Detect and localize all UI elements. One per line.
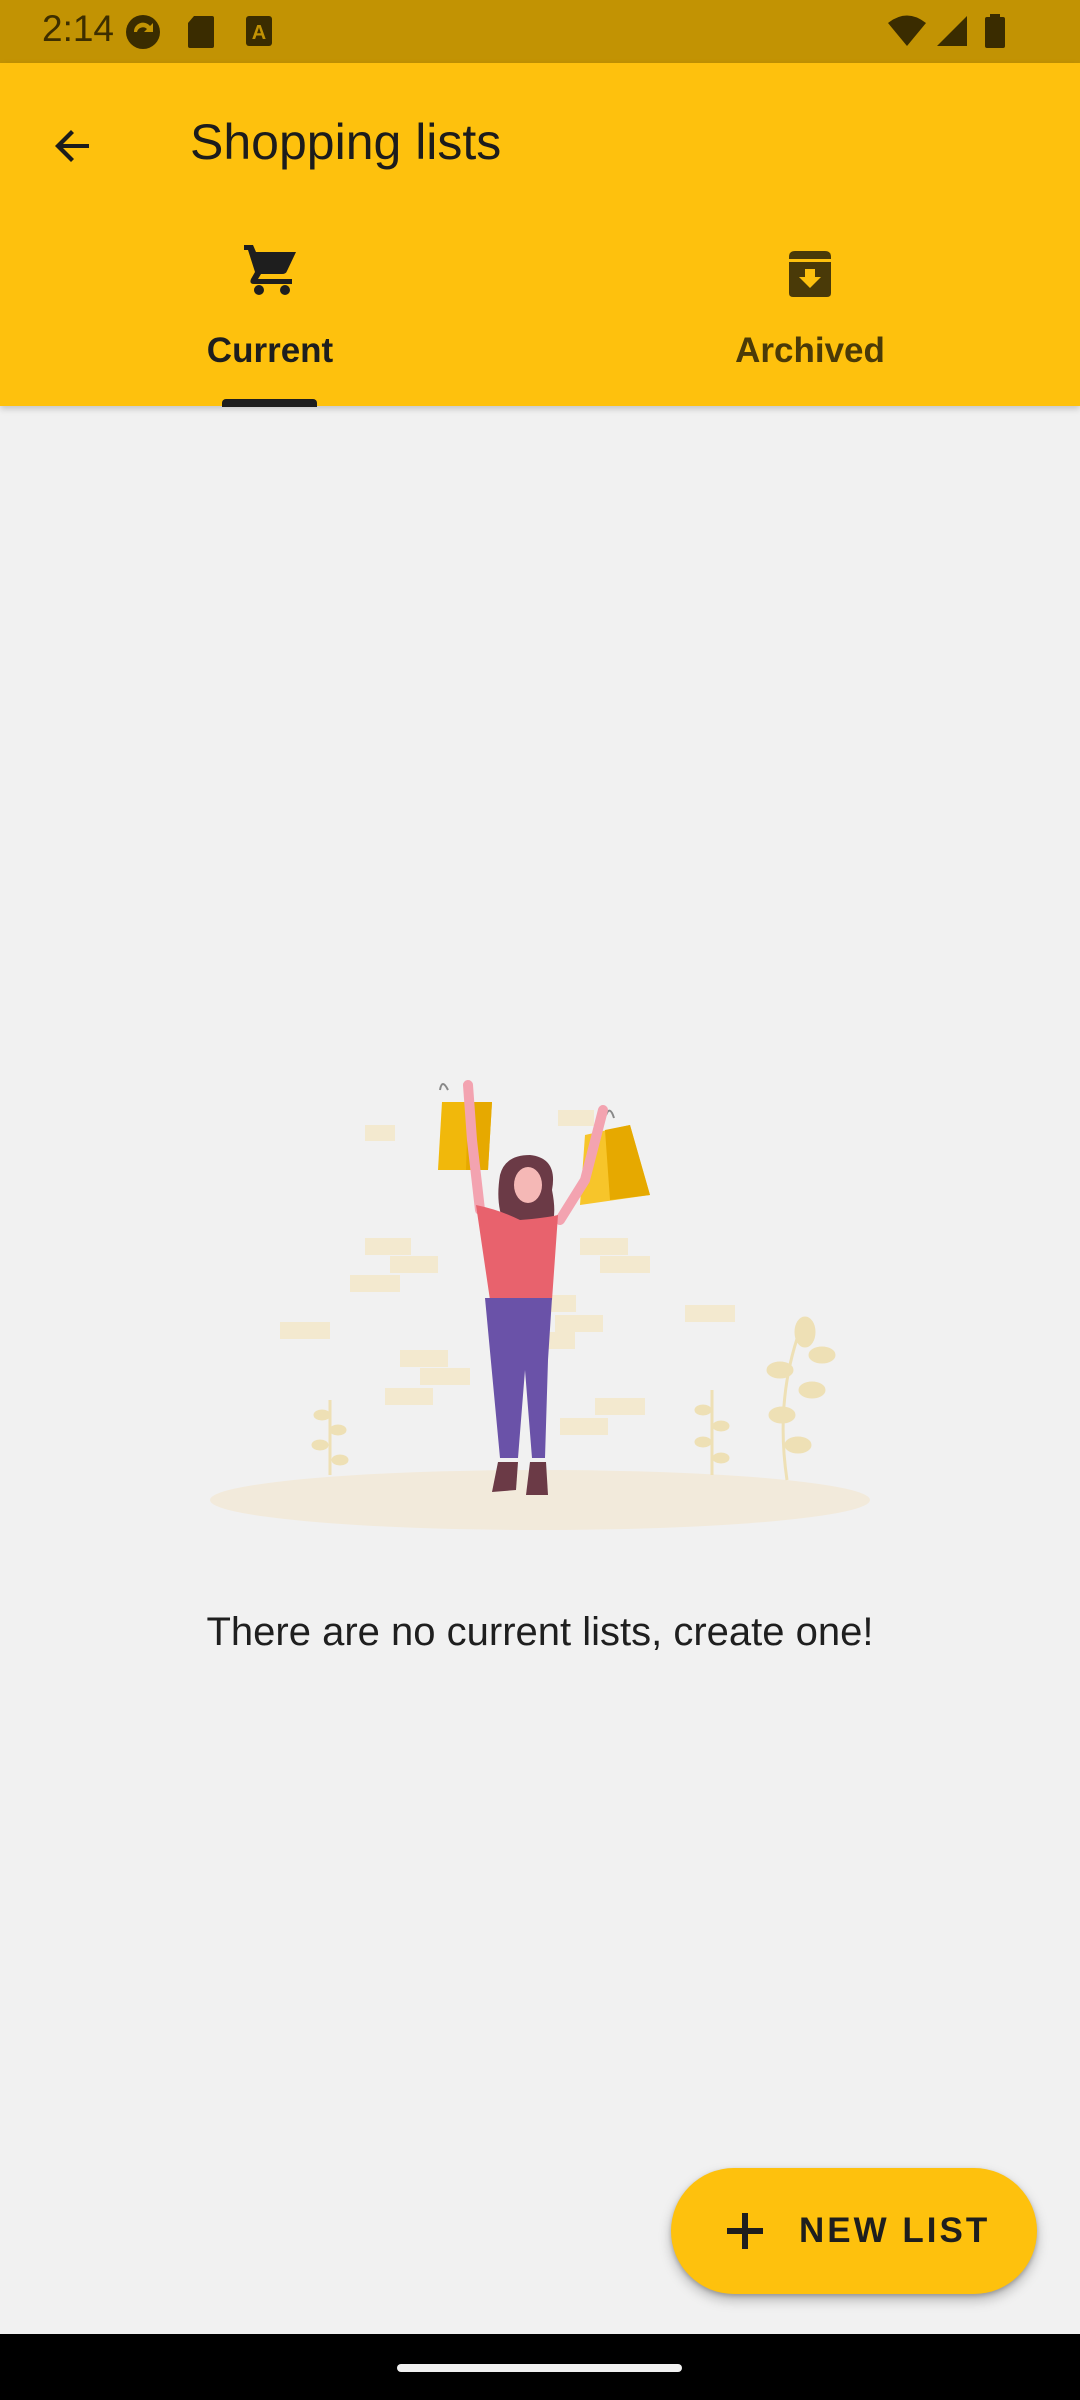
navigation-bar (0, 2334, 1080, 2400)
font-icon: A (246, 16, 272, 46)
home-gesture-handle[interactable] (397, 2364, 682, 2372)
status-time: 2:14 (42, 8, 115, 49)
archive-icon (789, 251, 831, 297)
tab-archived-label: Archived (735, 331, 885, 370)
wifi-icon (888, 15, 926, 46)
battery-icon (985, 14, 1005, 48)
tab-current-label: Current (206, 331, 334, 370)
tab-current[interactable]: Current (0, 63, 540, 407)
sd-card-icon (188, 16, 214, 48)
app-bar: Shopping lists Current Archived (0, 63, 1080, 407)
tab-archived[interactable]: Archived (540, 63, 1080, 370)
new-list-button[interactable]: NEW LIST (671, 2168, 1037, 2294)
signal-icon (937, 16, 967, 46)
new-list-label: NEW LIST (799, 2211, 991, 2250)
tab-indicator (222, 399, 317, 407)
status-bar: 2:14 A (0, 0, 1080, 63)
svg-text:A: A (252, 22, 266, 44)
empty-state-message: There are no current lists, create one! (206, 1610, 874, 1654)
cart-icon (244, 245, 296, 295)
woman-with-shopping-bags-illustration (210, 1080, 870, 1530)
plus-icon (727, 2213, 763, 2249)
sync-notification-icon (126, 15, 160, 49)
